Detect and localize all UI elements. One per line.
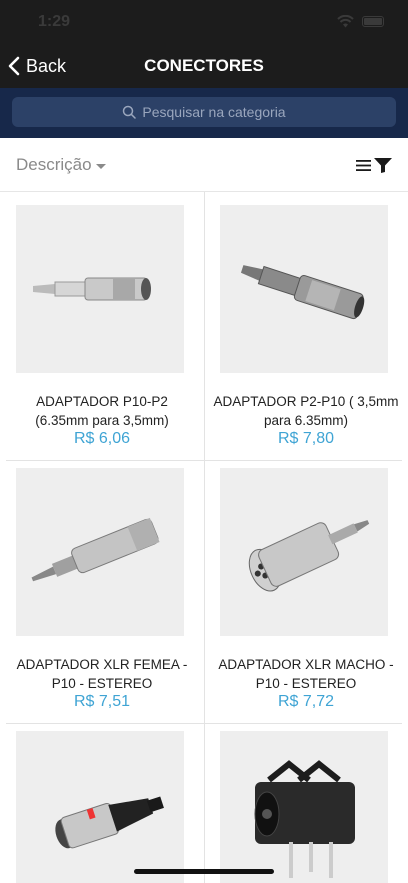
product-price: R$ 7,72 xyxy=(277,693,335,710)
product-name: ADAPTADOR P2-P10 ( 3,5mm para 6.35mm) xyxy=(213,394,399,428)
product-price: R$ 7,80 xyxy=(277,430,335,447)
filter-button[interactable] xyxy=(356,154,392,176)
search-icon xyxy=(123,105,137,119)
nav-bar: Back CONECTORES xyxy=(0,44,408,88)
battery-icon xyxy=(362,16,384,27)
p2-p10-adapter-image xyxy=(240,265,365,320)
sort-label: Descrição xyxy=(16,155,92,174)
list-lines-icon xyxy=(356,159,371,171)
xlr-female-p10-adapter-image xyxy=(31,517,160,582)
status-bar: 1:29 xyxy=(0,0,408,44)
product-image xyxy=(220,731,388,883)
product-card[interactable]: ADAPTADOR XLR MACHO - P10 - ESTEREO R$ 7… xyxy=(204,455,408,723)
product-name: ADAPTADOR XLR FEMEA - P10 - ESTEREO xyxy=(16,657,188,691)
product-card[interactable]: ADAPTADOR P10-P2 (6.35mm para 3,5mm) R$ … xyxy=(0,192,204,460)
home-indicator xyxy=(134,869,274,874)
back-label: Back xyxy=(26,55,67,76)
product-card[interactable]: ADAPTADOR XLR FEMEA - P10 - ESTEREO R$ 7… xyxy=(0,455,204,723)
product-name: ADAPTADOR P10-P2 (6.35mm para 3,5mm) xyxy=(35,394,169,428)
search-input[interactable]: Pesquisar na categoria xyxy=(12,97,396,127)
product-image xyxy=(16,205,184,373)
product-image xyxy=(220,468,388,636)
status-time: 1:29 xyxy=(38,13,71,30)
product-card[interactable]: ADAPTADOR P2-P10 ( 3,5mm para 6.35mm) R$… xyxy=(204,192,408,460)
product-price: R$ 7,51 xyxy=(73,693,131,710)
product-image xyxy=(220,205,388,373)
p10-p2-adapter-image xyxy=(33,277,151,301)
sort-bar: Descrição xyxy=(0,138,408,192)
jack-socket-image xyxy=(254,760,355,878)
search-placeholder: Pesquisar na categoria xyxy=(142,104,286,120)
product-card[interactable] xyxy=(204,718,408,883)
chevron-left-icon xyxy=(8,56,20,76)
product-image xyxy=(16,731,184,883)
filter-icon xyxy=(374,157,392,173)
product-name: ADAPTADOR XLR MACHO - P10 - ESTEREO xyxy=(218,657,394,691)
search-bar: Pesquisar na categoria xyxy=(0,88,408,138)
sort-dropdown[interactable]: Descrição xyxy=(16,138,106,192)
xlr-female-connector-image xyxy=(55,796,164,849)
product-image xyxy=(16,468,184,636)
back-button[interactable]: Back xyxy=(8,44,66,88)
xlr-male-p10-adapter-image xyxy=(248,520,370,592)
status-icons xyxy=(337,15,384,28)
product-price: R$ 6,06 xyxy=(73,430,131,447)
product-card[interactable] xyxy=(0,718,204,883)
wifi-icon xyxy=(337,15,354,28)
caret-down-icon xyxy=(95,163,106,169)
